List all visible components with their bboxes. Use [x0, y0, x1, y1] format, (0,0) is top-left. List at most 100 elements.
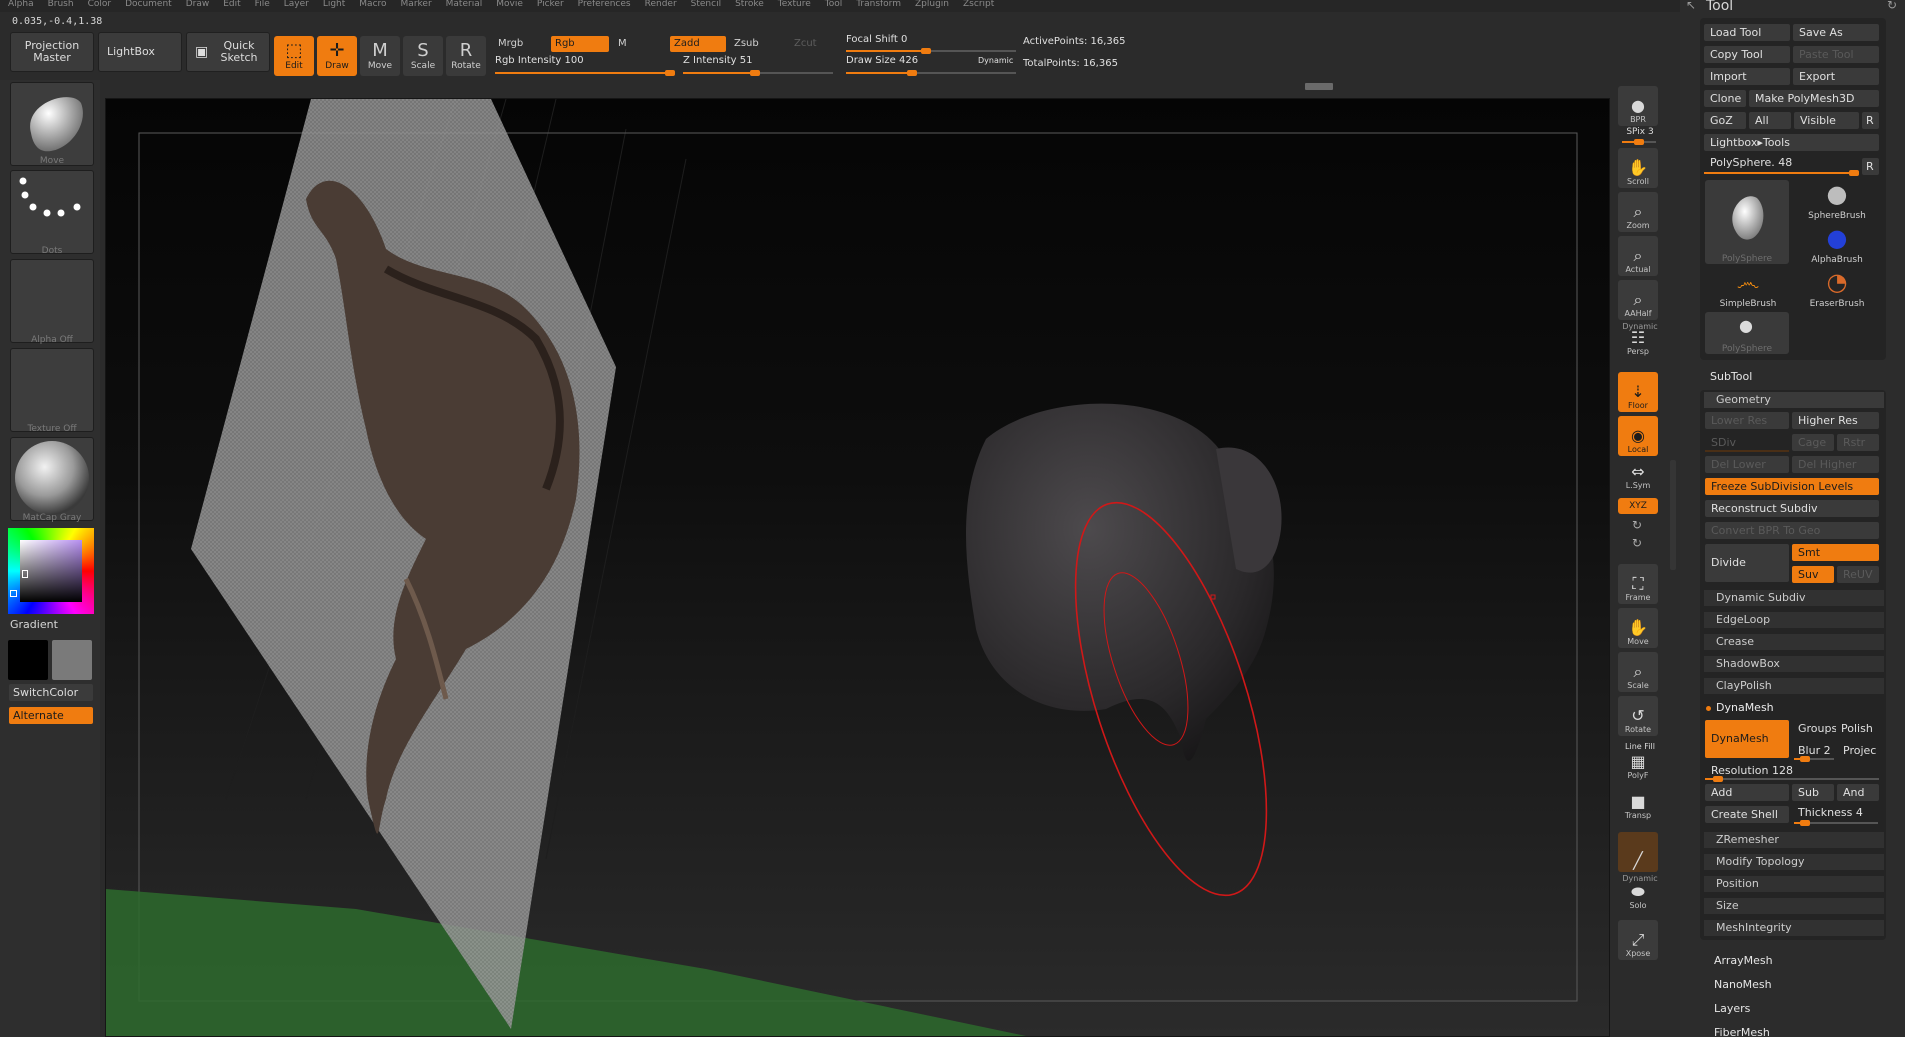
resolution-slider-track[interactable] [1705, 776, 1879, 782]
menu-item-document[interactable]: Document [117, 0, 178, 12]
menu-item-color[interactable]: Color [80, 0, 118, 12]
freeze-subdivision-button[interactable]: Freeze SubDivision Levels [1705, 478, 1879, 495]
scale-view-button[interactable]: ⌕ Scale [1618, 652, 1658, 692]
zadd-button[interactable]: Zadd [670, 36, 726, 52]
tool-thumb-polysphere-2[interactable]: ● PolySphere [1705, 312, 1789, 354]
texture-selector[interactable] [10, 348, 94, 432]
menu-item-texture[interactable]: Texture [770, 0, 817, 12]
goz-visible-button[interactable]: Visible [1794, 112, 1859, 129]
thickness-slider-track[interactable] [1794, 820, 1878, 826]
frame-button[interactable]: ⛶ Frame [1618, 564, 1658, 604]
menu-item-brush[interactable]: Brush [40, 0, 80, 12]
ghost-button[interactable]: ╱ [1618, 832, 1658, 872]
material-selector[interactable] [10, 437, 94, 521]
layers-header[interactable]: Layers [1714, 1002, 1750, 1015]
switch-color-button[interactable]: SwitchColor [9, 684, 93, 701]
fibermesh-header[interactable]: FiberMesh [1714, 1026, 1770, 1037]
projection-master-button[interactable]: Projection Master [10, 32, 94, 72]
dynamesh-section[interactable]: DynaMesh [1704, 700, 1884, 716]
alpha-selector[interactable] [10, 259, 94, 343]
export-button[interactable]: Export [1793, 68, 1879, 85]
menu-item-zscript[interactable]: Zscript [955, 0, 1000, 12]
brush-selector[interactable] [10, 82, 94, 166]
add-button[interactable]: Add [1705, 784, 1789, 801]
crease-section[interactable]: Crease [1704, 634, 1884, 650]
menu-item-draw[interactable]: Draw [178, 0, 216, 12]
sdiv-slider-track[interactable] [1705, 450, 1789, 452]
secondary-color-swatch[interactable] [52, 640, 92, 680]
menu-item-layer[interactable]: Layer [276, 0, 315, 12]
zremesher-section[interactable]: ZRemesher [1704, 832, 1884, 848]
polyf-button[interactable]: ▦ PolyF [1618, 750, 1658, 782]
menu-item-stencil[interactable]: Stencil [683, 0, 727, 12]
tool-thumb-polysphere[interactable]: PolySphere [1705, 180, 1789, 264]
menu-item-file[interactable]: File [247, 0, 276, 12]
menu-item-macro[interactable]: Macro [351, 0, 392, 12]
goz-all-button[interactable]: All [1749, 112, 1791, 129]
z-intensity-slider[interactable] [683, 70, 833, 76]
zcut-button[interactable]: Zcut [790, 36, 830, 52]
bpr-render-button[interactable]: ● BPR [1618, 86, 1658, 126]
transp-button[interactable]: ■ Transp [1618, 790, 1658, 822]
primary-color-swatch[interactable] [8, 640, 48, 680]
polish-toggle[interactable]: Polish [1835, 720, 1879, 737]
resolution-slider[interactable]: Resolution 128 [1705, 762, 1879, 779]
size-section[interactable]: Size [1704, 898, 1884, 914]
tool-thumb-simplebrush[interactable]: ෴ SimpleBrush [1705, 268, 1791, 310]
solo-button[interactable]: ⬬ Solo [1618, 880, 1658, 912]
del-higher-button[interactable]: Del Higher [1792, 456, 1879, 473]
clone-button[interactable]: Clone [1704, 90, 1746, 107]
xpose-button[interactable]: ⤢ Xpose [1618, 920, 1658, 960]
dynamesh-button[interactable]: DynaMesh [1705, 720, 1789, 758]
scroll-button[interactable]: ✋ Scroll [1618, 148, 1658, 188]
rgb-button[interactable]: Rgb [551, 36, 609, 52]
load-tool-button[interactable]: Load Tool [1704, 24, 1790, 41]
move-mode-button[interactable]: M Move [360, 36, 400, 76]
menu-item-edit[interactable]: Edit [215, 0, 246, 12]
lower-res-button[interactable]: Lower Res [1705, 412, 1789, 429]
current-tool-r-button[interactable]: R [1862, 158, 1879, 175]
rotate-mode-button[interactable]: R Rotate [446, 36, 486, 76]
xyz-button[interactable]: XYZ [1618, 498, 1658, 514]
current-tool-slider-track[interactable] [1704, 170, 1859, 176]
tool-thumb-eraserbrush[interactable]: ◔ EraserBrush [1792, 268, 1882, 310]
tool-thumb-alphabrush[interactable]: ● AlphaBrush [1792, 224, 1882, 266]
persp-button[interactable]: ☷ Persp [1618, 324, 1658, 358]
thickness-slider[interactable]: Thickness 4 [1792, 804, 1879, 821]
and-button[interactable]: And [1837, 784, 1879, 801]
focal-shift-slider[interactable] [846, 48, 1016, 54]
floor-button[interactable]: ⇣ Floor [1618, 372, 1658, 412]
modify-topology-section[interactable]: Modify Topology [1704, 854, 1884, 870]
geometry-header[interactable]: Geometry [1704, 392, 1884, 408]
dynamic-subdiv-section[interactable]: Dynamic Subdiv [1704, 590, 1884, 606]
zoom-button[interactable]: ⌕ Zoom [1618, 192, 1658, 232]
blur-slider[interactable]: Blur 2 [1792, 742, 1836, 759]
draw-size-slider[interactable] [846, 70, 1016, 76]
scale-mode-button[interactable]: S Scale [403, 36, 443, 76]
current-tool-slider[interactable]: PolySphere. 48 [1704, 154, 1859, 171]
shadowbox-section[interactable]: ShadowBox [1704, 656, 1884, 672]
sub-button[interactable]: Sub [1792, 784, 1834, 801]
paste-tool-button[interactable]: Paste Tool [1793, 46, 1879, 63]
smt-toggle[interactable]: Smt [1792, 544, 1879, 561]
tool-panel-close-icon[interactable]: ↻ [1887, 0, 1897, 12]
dynamic-size-toggle[interactable]: Dynamic [978, 56, 1013, 65]
divide-button[interactable]: Divide [1705, 544, 1789, 582]
reconstruct-subdiv-button[interactable]: Reconstruct Subdiv [1705, 500, 1879, 517]
higher-res-button[interactable]: Higher Res [1792, 412, 1879, 429]
goz-r-button[interactable]: R [1862, 112, 1879, 129]
goz-button[interactable]: GoZ [1704, 112, 1746, 129]
lightbox-button[interactable]: LightBox [98, 32, 182, 72]
quick-sketch-button[interactable]: ▣ Quick Sketch [186, 32, 270, 72]
groups-toggle[interactable]: Groups [1792, 720, 1836, 737]
panel-collapse-handle[interactable] [1670, 460, 1676, 570]
actual-button[interactable]: ⌕ Actual [1618, 236, 1658, 276]
menu-item-tool[interactable]: Tool [817, 0, 848, 12]
menu-item-material[interactable]: Material [438, 0, 489, 12]
rotate-y-icon[interactable]: ↻ [1632, 518, 1642, 532]
tool-thumb-spherebrush[interactable]: ● SphereBrush [1792, 180, 1882, 222]
zsub-button[interactable]: Zsub [730, 36, 786, 52]
menu-item-alpha[interactable]: Alpha [0, 0, 40, 12]
edit-mode-button[interactable]: ⬚ Edit [274, 36, 314, 76]
aahalf-button[interactable]: ⌕ AAHalf [1618, 280, 1658, 320]
